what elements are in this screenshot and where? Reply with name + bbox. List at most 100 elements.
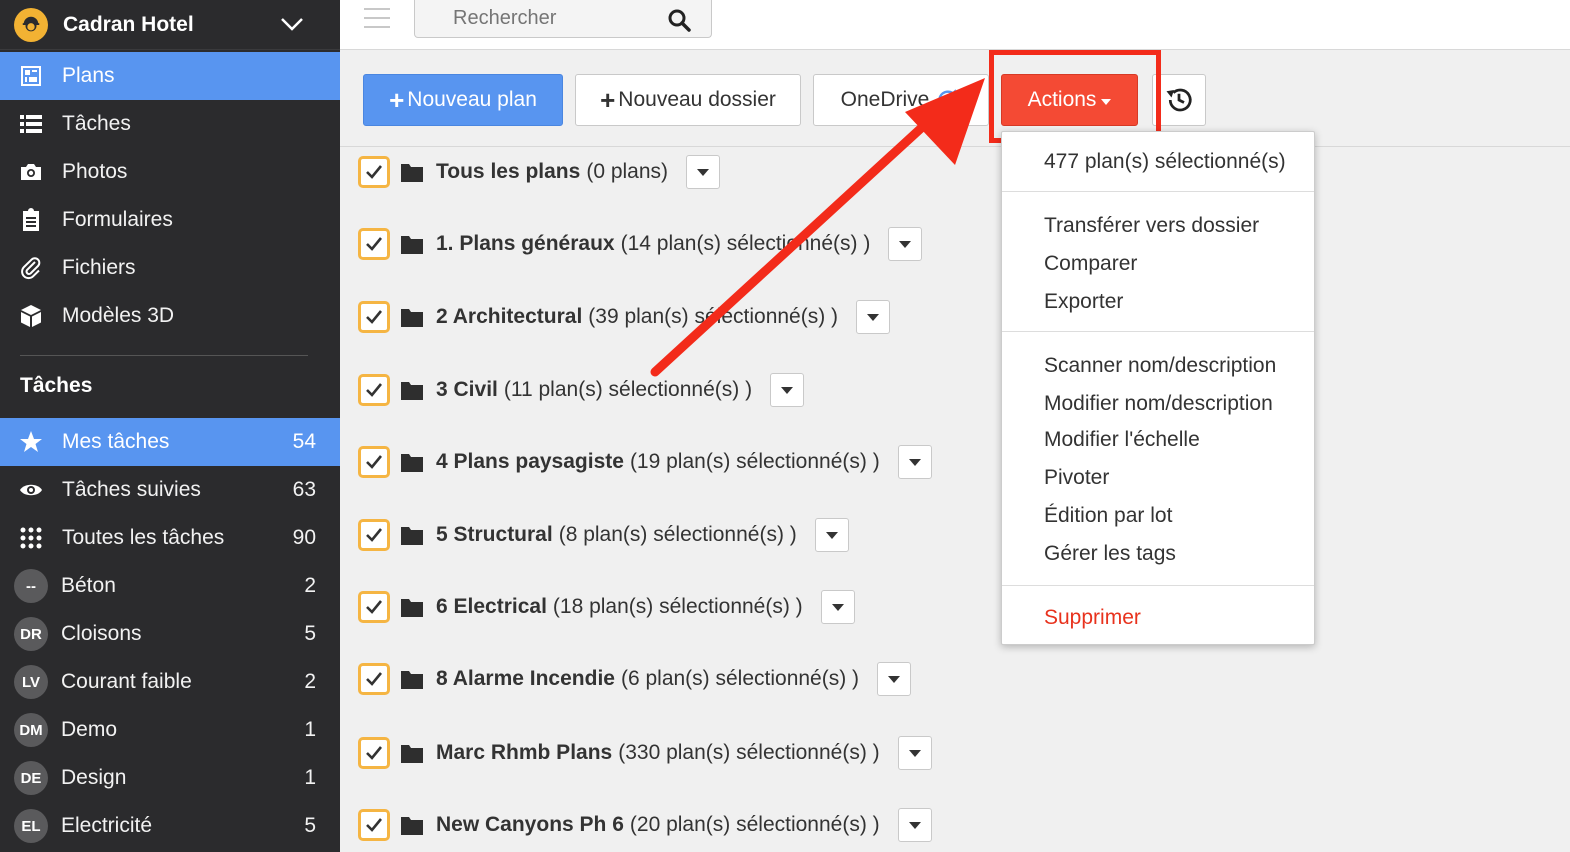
sidebar-item-formulaires[interactable]: Formulaires [0, 196, 340, 244]
folder-dropdown-button[interactable] [686, 155, 721, 189]
onedrive-button[interactable]: OneDrive [813, 74, 989, 126]
sidebar-item-electricite[interactable]: EL Electricité 5 [0, 802, 340, 850]
project-name: Cadran Hotel [63, 12, 194, 36]
sidebar-item-label: Design [61, 766, 127, 789]
new-plan-label: Nouveau plan [407, 88, 537, 111]
sidebar-item-toutes-les-taches[interactable]: Toutes les tâches 90 [0, 514, 340, 562]
checkmark-icon [366, 310, 383, 324]
task-count: 90 [292, 526, 316, 549]
checkbox-checked[interactable] [358, 228, 390, 260]
caret-down-icon [697, 168, 710, 176]
menu-item-edit-name[interactable]: Modifier nom/description [1044, 392, 1273, 416]
folder-detail: (11 plan(s) sélectionné(s) ) [503, 378, 753, 401]
checkmark-icon [366, 528, 383, 542]
sidebar-item-fichiers[interactable]: Fichiers [0, 244, 340, 292]
menu-item-compare[interactable]: Comparer [1044, 252, 1137, 276]
menu-item-edit-scale[interactable]: Modifier l'échelle [1044, 428, 1200, 452]
folder-row[interactable]: 3 Civil (11 plan(s) sélectionné(s) ) [358, 370, 805, 410]
sidebar-item-label: Plans [62, 64, 115, 87]
menu-item-transfer[interactable]: Transférer vers dossier [1044, 214, 1259, 238]
folder-row[interactable]: Tous les plans (0 plans) [358, 152, 721, 192]
checkmark-icon [366, 237, 383, 251]
sidebar-item-label: Cloisons [61, 622, 142, 645]
checkbox-checked[interactable] [358, 591, 390, 623]
search-icon[interactable] [667, 8, 691, 32]
sidebar-item-mes-taches[interactable]: Mes tâches 54 [0, 418, 340, 466]
clipboard-icon [18, 207, 44, 233]
selected-count: 477 plan(s) sélectionné(s) [1044, 150, 1286, 173]
new-folder-button[interactable]: + Nouveau dossier [575, 74, 801, 126]
hamburger-menu-icon[interactable] [364, 8, 390, 30]
plus-icon: + [600, 85, 616, 115]
checkbox-checked[interactable] [358, 374, 390, 406]
sidebar-item-design[interactable]: DE Design 1 [0, 754, 340, 802]
folder-dropdown-button[interactable] [820, 590, 855, 624]
sidebar-item-taches[interactable]: Tâches [0, 100, 340, 148]
task-count: 5 [304, 814, 316, 837]
folder-name: 3 Civil [436, 378, 498, 401]
task-count: 63 [292, 478, 316, 501]
caret-down-icon [888, 675, 901, 683]
checkmark-icon [366, 455, 383, 469]
menu-item-rotate[interactable]: Pivoter [1044, 466, 1109, 490]
folder-row[interactable]: New Canyons Ph 6 (20 plan(s) sélectionné(… [358, 805, 932, 845]
folder-dropdown-button[interactable] [814, 518, 849, 552]
folder-dropdown-button[interactable] [877, 662, 912, 696]
sidebar-item-taches-suivies[interactable]: Tâches suivies 63 [0, 466, 340, 514]
checkbox-checked[interactable] [358, 301, 390, 333]
new-plan-button[interactable]: + Nouveau plan [363, 74, 563, 126]
menu-item-scan-name[interactable]: Scanner nom/description [1044, 354, 1276, 378]
checkbox-checked[interactable] [358, 663, 390, 695]
sidebar-item-photos[interactable]: Photos [0, 148, 340, 196]
folder-dropdown-button[interactable] [897, 808, 932, 842]
folder-row[interactable]: 8 Alarme Incendie (6 plan(s) sélectionné(… [358, 659, 912, 699]
folder-icon [401, 527, 423, 545]
sidebar-item-courant-faible[interactable]: LV Courant faible 2 [0, 658, 340, 706]
search-input[interactable] [415, 0, 645, 36]
sidebar-item-label: Demo [61, 718, 118, 741]
avatar: DR [14, 617, 48, 651]
folder-detail: (19 plan(s) sélectionné(s) ) [629, 450, 880, 473]
folder-dropdown-button[interactable] [856, 300, 891, 334]
folder-row[interactable]: 5 Structural (8 plan(s) sélectionné(s) ) [358, 515, 849, 555]
menu-item-manage-tags[interactable]: Gérer les tags [1044, 542, 1176, 566]
checkbox-checked[interactable] [358, 156, 390, 188]
task-count: 1 [304, 766, 316, 789]
folder-detail: (8 plan(s) sélectionné(s) ) [558, 523, 797, 546]
history-icon [1166, 88, 1192, 112]
folder-dropdown-button[interactable] [897, 736, 932, 770]
checkbox-checked[interactable] [358, 519, 390, 551]
folder-dropdown-button[interactable] [897, 445, 932, 479]
folder-row[interactable]: 6 Electrical (18 plan(s) sélectionné(s) ) [358, 587, 855, 627]
folder-name: 6 Electrical [436, 595, 547, 618]
sidebar-item-modeles-3d[interactable]: Modèles 3D [0, 292, 340, 340]
sidebar-item-beton[interactable]: -- Béton 2 [0, 562, 340, 610]
checkbox-checked[interactable] [358, 809, 390, 841]
folder-row[interactable]: 4 Plans paysagiste (19 plan(s) sélectionn… [358, 442, 932, 482]
folder-name: 4 Plans paysagiste [436, 450, 624, 473]
menu-item-batch-edit[interactable]: Édition par lot [1044, 504, 1172, 528]
sidebar-item-cloisons[interactable]: DR Cloisons 5 [0, 610, 340, 658]
avatar: -- [14, 569, 48, 603]
folder-dropdown-button[interactable] [888, 227, 923, 261]
folder-row[interactable]: Marc Rhmb Plans (330 plan(s) sélectionné(… [358, 733, 932, 773]
folder-row[interactable]: 2 Architectural (39 plan(s) sélectionné(s… [358, 297, 891, 337]
sidebar-item-plans[interactable]: Plans [0, 52, 340, 100]
folder-icon [401, 236, 423, 254]
menu-item-delete[interactable]: Supprimer [1044, 606, 1141, 630]
sidebar-item-label: Fichiers [62, 256, 136, 279]
checkmark-icon [366, 600, 383, 614]
folder-dropdown-button[interactable] [770, 373, 805, 407]
grid-icon [18, 525, 44, 551]
chevron-down-icon[interactable] [278, 10, 306, 38]
sidebar-item-label: Mes tâches [62, 430, 170, 453]
checkbox-checked[interactable] [358, 737, 390, 769]
avatar: DE [14, 761, 48, 795]
task-count: 2 [304, 574, 316, 597]
folder-icon [401, 671, 423, 689]
project-switcher[interactable]: Cadran Hotel [0, 0, 340, 50]
checkbox-checked[interactable] [358, 446, 390, 478]
menu-item-export[interactable]: Exporter [1044, 290, 1123, 314]
folder-row[interactable]: 1. Plans généraux (14 plan(s) sélectionné… [358, 224, 923, 264]
sidebar-item-demo[interactable]: DM Demo 1 [0, 706, 340, 754]
